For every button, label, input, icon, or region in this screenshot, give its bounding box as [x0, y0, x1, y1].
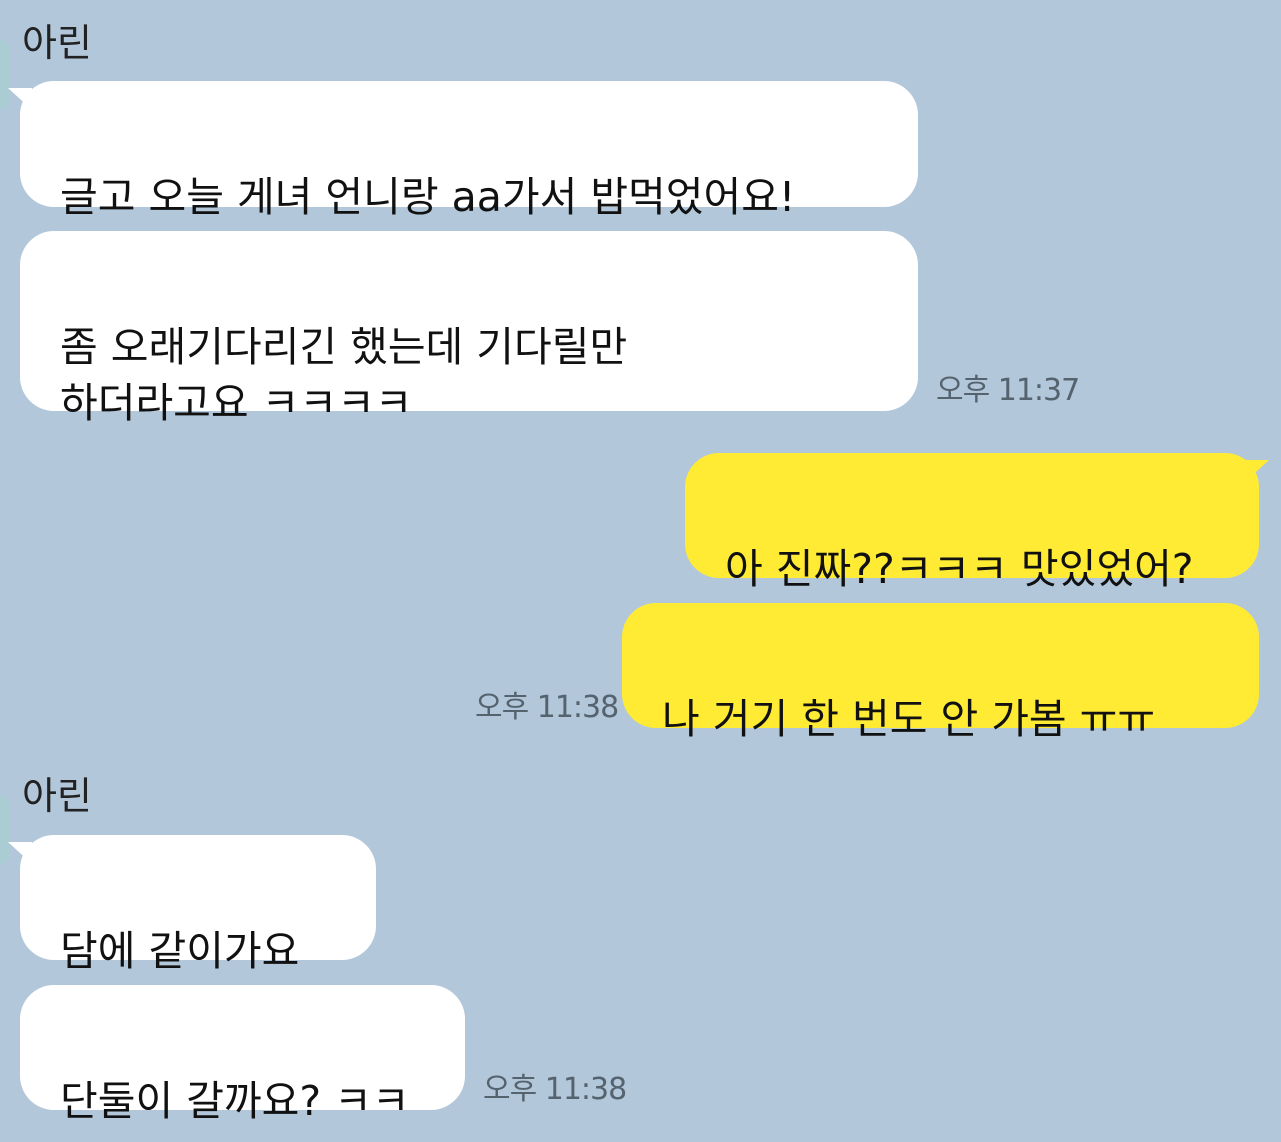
message-bubble-incoming[interactable]: 담에 같이가요 — [20, 835, 376, 975]
message-bubble-incoming[interactable]: 좀 오래기다리긴 했는데 기다릴만 하더라고요 ㅋㅋㅋㅋ — [20, 231, 918, 427]
message-text: 담에 같이가요 — [60, 927, 300, 975]
message-bubble-outgoing[interactable]: 나 거기 한 번도 안 가봄 ㅠㅠ — [622, 603, 1259, 743]
message-text: 글고 오늘 게녀 언니랑 aa가서 밥먹었어요! — [60, 173, 796, 221]
sender-name: 아린 — [22, 21, 92, 65]
message-timestamp: 오후 11:37 — [936, 373, 1080, 408]
message-text: 좀 오래기다리긴 했는데 기다릴만 하더라고요 ㅋㅋㅋㅋ — [60, 323, 628, 427]
message-bubble-incoming[interactable]: 단둘이 갈까요? ㅋㅋ — [20, 985, 465, 1125]
message-timestamp: 오후 11:38 — [483, 1072, 627, 1107]
message-bubble-outgoing[interactable]: 아 진짜??ㅋㅋㅋ 맛있었어? — [685, 453, 1259, 593]
message-bubble-incoming[interactable]: 글고 오늘 게녀 언니랑 aa가서 밥먹었어요! — [20, 81, 918, 221]
message-text: 아 진짜??ㅋㅋㅋ 맛있었어? — [725, 545, 1194, 593]
message-text: 단둘이 갈까요? ㅋㅋ — [60, 1077, 410, 1125]
message-text: 나 거기 한 번도 안 가봄 ㅠㅠ — [662, 695, 1156, 743]
sender-name: 아린 — [22, 774, 92, 818]
message-timestamp: 오후 11:38 — [475, 690, 619, 725]
